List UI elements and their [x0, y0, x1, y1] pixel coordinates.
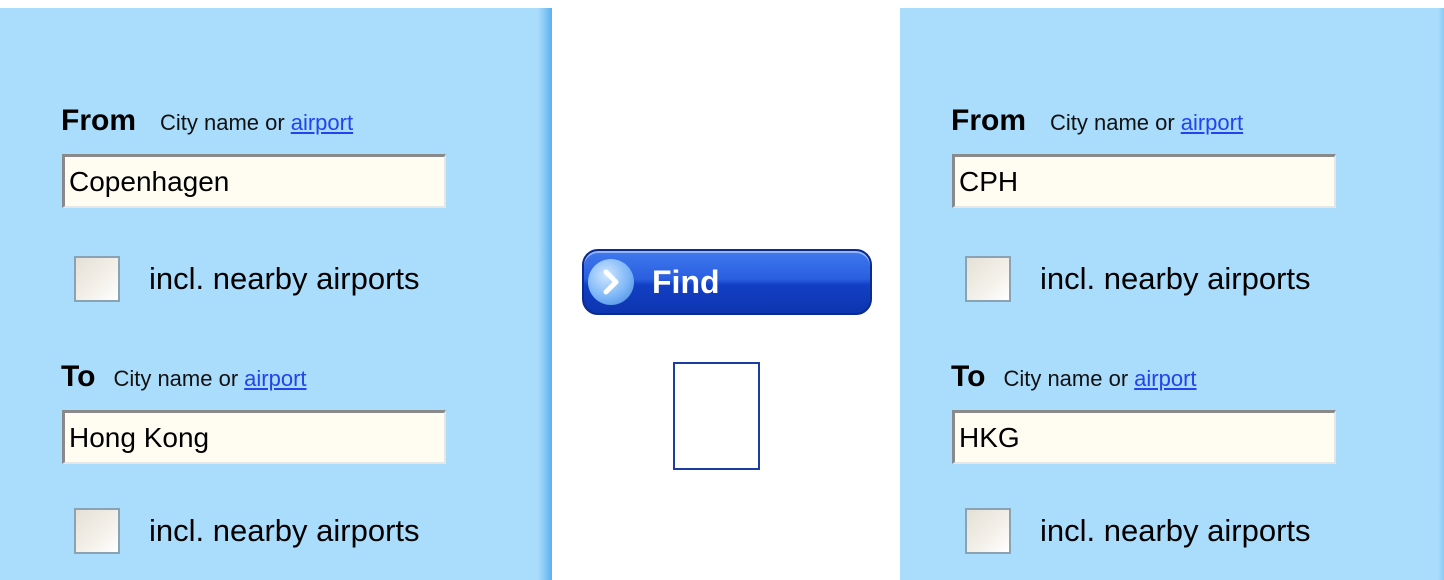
find-button[interactable]: Find [582, 249, 872, 315]
find-button-label: Find [652, 263, 720, 300]
from-airport-link[interactable]: airport [1181, 110, 1243, 136]
from-airport-link[interactable]: airport [291, 110, 353, 136]
from-nearby-label: incl. nearby airports [1040, 261, 1311, 296]
from-nearby-checkbox[interactable] [965, 256, 1011, 302]
to-airport-link[interactable]: airport [1134, 366, 1196, 392]
to-nearby-row: incl. nearby airports [965, 508, 1311, 554]
from-label-row: From City name or airport [951, 104, 1243, 138]
to-label: To [951, 360, 986, 393]
to-input[interactable] [952, 410, 1336, 464]
to-label-row: To City name or airport [61, 360, 307, 394]
to-nearby-label: incl. nearby airports [1040, 513, 1311, 548]
to-nearby-checkbox[interactable] [965, 508, 1011, 554]
right-search-panel: From City name or airport incl. nearby a… [900, 8, 1444, 580]
to-hint: City name or [113, 366, 239, 391]
from-label-row: From City name or airport [61, 104, 353, 138]
to-label-row: To City name or airport [951, 360, 1197, 394]
to-nearby-checkbox[interactable] [74, 508, 120, 554]
from-hint: City name or [160, 110, 285, 135]
from-label: From [61, 104, 136, 137]
to-airport-link[interactable]: airport [244, 366, 306, 392]
from-nearby-row: incl. nearby airports [74, 256, 420, 302]
chevron-right-icon [588, 259, 634, 305]
empty-box [673, 362, 760, 470]
from-label: From [951, 104, 1026, 137]
to-nearby-label: incl. nearby airports [149, 513, 420, 548]
to-input[interactable] [62, 410, 446, 464]
to-hint: City name or [1003, 366, 1129, 391]
left-search-panel: From City name or airport incl. nearby a… [0, 8, 552, 580]
from-input[interactable] [62, 154, 446, 208]
to-label: To [61, 360, 96, 393]
from-nearby-checkbox[interactable] [74, 256, 120, 302]
from-input[interactable] [952, 154, 1336, 208]
flight-search-comparison: From City name or airport incl. nearby a… [0, 0, 1444, 580]
to-nearby-row: incl. nearby airports [74, 508, 420, 554]
from-hint: City name or [1050, 110, 1175, 135]
from-nearby-row: incl. nearby airports [965, 256, 1311, 302]
from-nearby-label: incl. nearby airports [149, 261, 420, 296]
